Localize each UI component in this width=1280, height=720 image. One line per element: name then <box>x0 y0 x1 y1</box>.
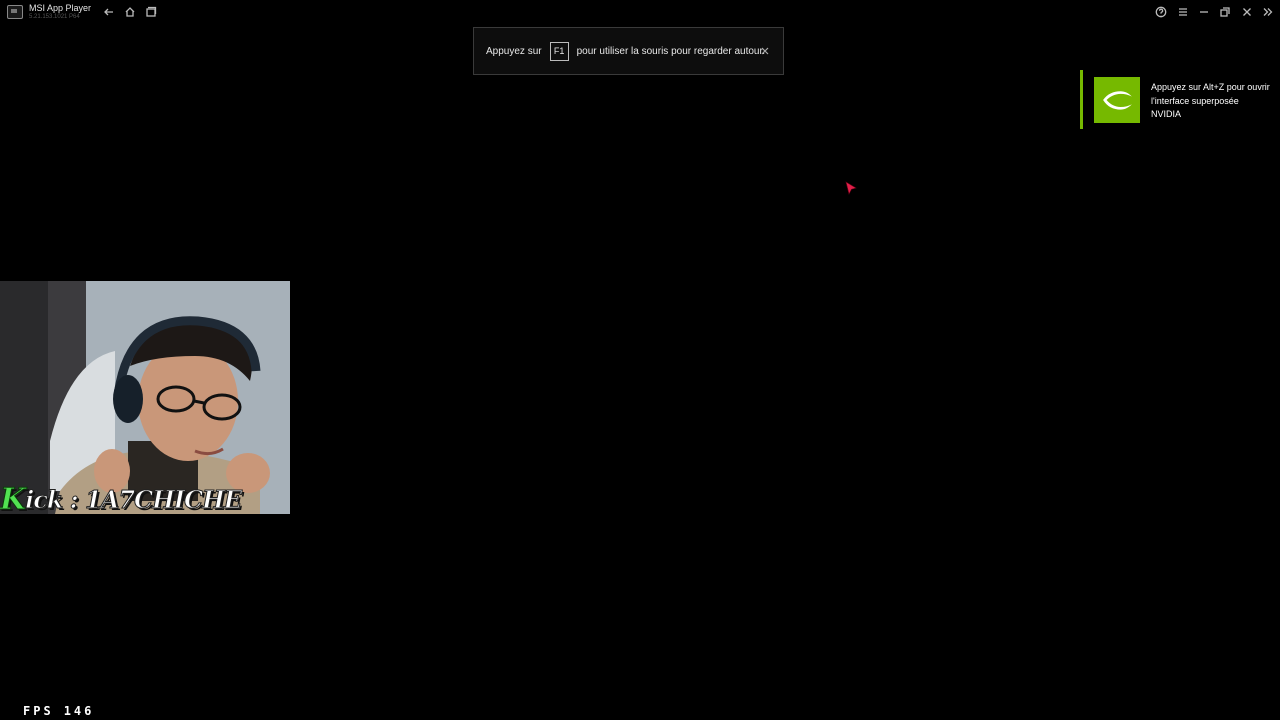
title-bar: MSI App Player 5.21.153.1021 P64 <box>0 0 1280 26</box>
toast-text-after: pour utiliser la souris pour regarder au… <box>576 45 766 57</box>
restore-icon[interactable] <box>1218 5 1232 19</box>
streamer-webcam-image <box>0 281 290 514</box>
help-icon[interactable] <box>1154 5 1168 19</box>
kick-channel-label: K ick : 1A7CHICHE <box>0 481 243 517</box>
menu-icon[interactable] <box>1176 5 1190 19</box>
kick-k-letter: K <box>0 481 27 517</box>
fps-value: 146 <box>63 704 95 718</box>
back-icon[interactable] <box>102 5 116 19</box>
collapse-sidebar-icon[interactable] <box>1261 5 1275 19</box>
kick-channel-name: ick : 1A7CHICHE <box>25 484 243 514</box>
app-logo-icon <box>7 5 23 19</box>
nvidia-overlay-hint: Appuyez sur Alt+Z pour ouvrir l'interfac… <box>1151 82 1270 119</box>
app-title: MSI App Player <box>29 3 92 13</box>
webcam-overlay <box>0 281 290 514</box>
minimize-icon[interactable] <box>1197 5 1211 19</box>
f1-keycap: F1 <box>549 41 569 61</box>
mouse-hint-toast: Appuyez sur F1 pour utiliser la souris p… <box>473 27 784 75</box>
toast-close-icon[interactable] <box>760 46 770 56</box>
app-version: 5.21.153.1021 P64 <box>29 14 80 20</box>
fps-counter: FPS 146 <box>23 704 94 718</box>
nvidia-logo-icon <box>1094 77 1140 123</box>
toast-text-before: Appuyez sur <box>486 45 542 57</box>
fps-label: FPS <box>23 704 54 718</box>
multi-instance-icon[interactable] <box>144 5 158 19</box>
close-icon[interactable] <box>1240 5 1254 19</box>
nvidia-accent-bar <box>1080 70 1083 129</box>
mouse-cursor-icon <box>845 181 857 195</box>
home-icon[interactable] <box>123 5 137 19</box>
